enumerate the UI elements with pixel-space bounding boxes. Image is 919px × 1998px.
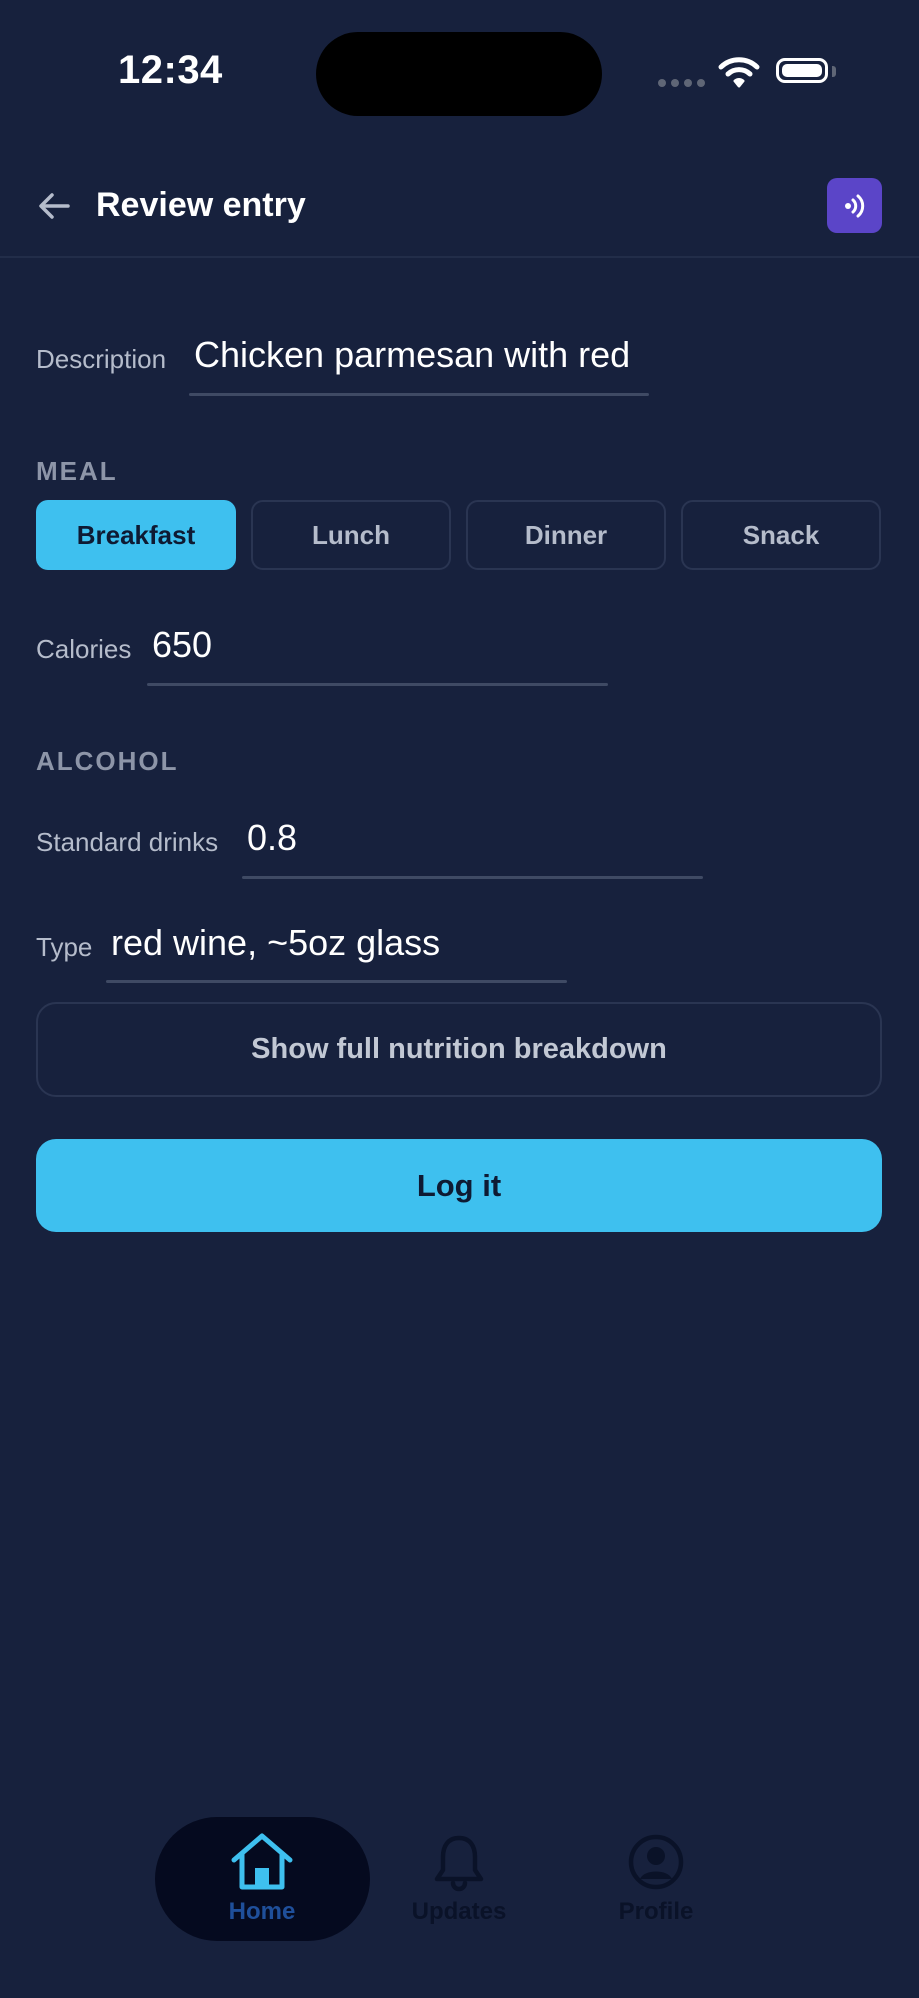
- calories-input[interactable]: 650: [152, 624, 212, 666]
- calories-label: Calories: [36, 634, 132, 664]
- home-icon: [231, 1833, 293, 1890]
- description-input[interactable]: Chicken parmesan with red: [194, 334, 630, 376]
- wifi-icon: [718, 56, 760, 93]
- header-divider: [0, 256, 919, 258]
- alcohol-type-underline: [106, 980, 567, 983]
- battery-cap: [832, 66, 836, 77]
- profile-icon: [628, 1834, 684, 1890]
- nav-label-home: Home: [228, 1898, 296, 1925]
- alcohol-type-label: Type: [36, 932, 93, 962]
- alcohol-type-input[interactable]: red wine, ~5oz glass: [111, 922, 440, 964]
- meal-option-breakfast[interactable]: Breakfast: [36, 500, 236, 570]
- log-it-button[interactable]: Log it: [36, 1139, 882, 1232]
- alcohol-section-label: ALCOHOL: [36, 746, 179, 776]
- dynamic-island: [316, 32, 602, 116]
- nav-tab-profile[interactable]: Profile: [576, 1832, 736, 1926]
- signal-icon: [658, 79, 705, 87]
- bell-icon: [434, 1835, 484, 1892]
- nav-label-updates: Updates: [411, 1898, 507, 1925]
- standard-drinks-underline: [242, 876, 703, 879]
- nav-tab-home[interactable]: Home: [182, 1832, 342, 1926]
- description-label: Description: [36, 344, 167, 374]
- voice-button[interactable]: [827, 178, 882, 233]
- voice-icon: [844, 194, 864, 217]
- back-button[interactable]: [36, 188, 72, 229]
- nav-tab-updates[interactable]: Updates: [379, 1832, 539, 1926]
- battery-icon: [776, 58, 828, 83]
- meal-option-lunch[interactable]: Lunch: [251, 500, 451, 570]
- nutrition-breakdown-button[interactable]: Show full nutrition breakdown: [36, 1002, 882, 1097]
- standard-drinks-label: Standard drinks: [36, 827, 219, 857]
- meal-option-snack[interactable]: Snack: [681, 500, 881, 570]
- calories-underline: [147, 683, 608, 686]
- standard-drinks-input[interactable]: 0.8: [247, 817, 297, 859]
- meal-section-label: MEAL: [36, 456, 118, 486]
- description-underline: [189, 393, 649, 396]
- nav-label-profile: Profile: [618, 1898, 694, 1925]
- meal-option-dinner[interactable]: Dinner: [466, 500, 666, 570]
- arrow-left-icon: [39, 193, 70, 219]
- page-title: Review entry: [96, 186, 306, 224]
- status-time: 12:34: [118, 48, 223, 92]
